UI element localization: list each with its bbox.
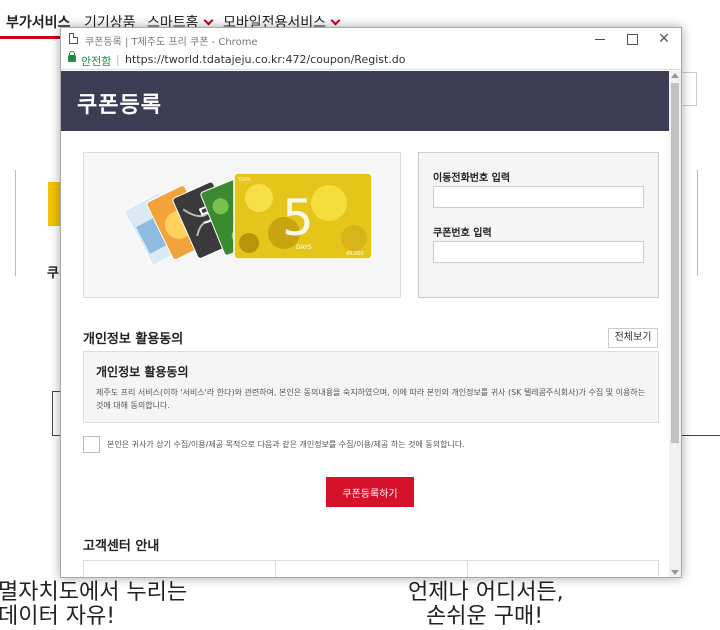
agree-row: 본인은 귀사가 상기 수집/이용/제공 목적으로 다음과 같은 개인정보를 수집…: [83, 436, 659, 456]
coupon-form: 이동전화번호 입력 쿠폰번호 입력: [418, 152, 659, 298]
page-header: 쿠폰등록: [61, 71, 669, 131]
window-titlebar[interactable]: 쿠폰등록 | T제주도 프리 쿠폰 - Chrome ✕: [61, 28, 681, 50]
bg-divider: [697, 170, 698, 276]
view-all-button[interactable]: 전체보기: [608, 328, 658, 348]
scroll-up-arrow-icon[interactable]: [671, 73, 679, 78]
scroll-down-arrow-icon[interactable]: [671, 570, 679, 575]
agree-label[interactable]: 본인은 귀사가 상기 수집/이용/제공 목적으로 다음과 같은 개인정보를 수집…: [107, 439, 465, 450]
address-url[interactable]: https://tworld.tdatajeju.co.kr:472/coupo…: [125, 53, 406, 66]
bg-promo-left-line2: 데이터 자유!: [0, 604, 116, 629]
customer-center-box: [83, 560, 659, 577]
coupon-card-image: 5 TDATA 5 DAYS 49,000: [83, 152, 401, 298]
page-viewport: 쿠폰등록 5 TDATA 5 DAYS 49,000 이동전화번호 입력 쿠폰번…: [61, 71, 681, 577]
minimize-button[interactable]: [587, 30, 613, 48]
agree-checkbox[interactable]: [83, 436, 100, 453]
vertical-scrollbar[interactable]: [669, 71, 681, 577]
cs-divider: [467, 561, 468, 577]
scrollbar-thumb[interactable]: [671, 83, 679, 443]
chevron-down-icon: [330, 15, 341, 26]
terms-box: 개인정보 활용동의 제주도 프리 서비스(이하 '서비스'라 한다)와 관련하여…: [83, 351, 659, 423]
phone-number-input[interactable]: [433, 186, 644, 208]
secure-label: 안전함: [81, 55, 112, 68]
card-brand-text: TDATA: [237, 177, 251, 182]
coupon-number-input[interactable]: [433, 241, 644, 263]
address-bar[interactable]: 안전함 | https://tworld.tdatajeju.co.kr:472…: [61, 50, 681, 70]
popup-window: 쿠폰등록 | T제주도 프리 쿠폰 - Chrome ✕ 안전함 | https…: [60, 27, 682, 578]
window-title: 쿠폰등록 | T제주도 프리 쿠폰 - Chrome: [85, 37, 258, 48]
address-separator: |: [116, 53, 120, 66]
register-coupon-button[interactable]: 쿠폰등록하기: [326, 477, 414, 507]
privacy-section-title: 개인정보 활용동의: [83, 332, 184, 347]
maximize-button[interactable]: [619, 30, 645, 48]
phone-label: 이동전화번호 입력: [433, 173, 511, 184]
document-icon: [69, 33, 78, 44]
nav-active-underline: [0, 36, 66, 39]
close-button[interactable]: ✕: [651, 30, 677, 48]
cs-divider: [275, 561, 276, 577]
customer-center-title: 고객센터 안내: [83, 539, 160, 554]
bg-divider: [15, 170, 16, 276]
lock-icon: [68, 51, 76, 62]
bg-rule: [52, 391, 53, 435]
chevron-down-icon: [203, 15, 213, 26]
card-days-label: DAYS: [296, 244, 312, 251]
coupon-label: 쿠폰번호 입력: [433, 228, 492, 239]
bg-rule: [682, 435, 720, 436]
bg-search-box-fragment: [683, 72, 697, 106]
card-days-number: 5: [282, 189, 314, 247]
terms-body: 제주도 프리 서비스(이하 '서비스'라 한다)와 관련하여, 본인은 동의내용…: [96, 388, 646, 410]
bg-text-fragment: 쿠: [47, 266, 59, 281]
bg-promo-right-line2: 손쉬운 구매!: [426, 604, 544, 629]
coupon-cards-illustration: 5 TDATA 5 DAYS 49,000: [124, 172, 373, 266]
page-title: 쿠폰등록: [77, 93, 162, 118]
terms-title: 개인정보 활용동의: [96, 365, 189, 379]
card-value: 49,000: [346, 251, 364, 257]
